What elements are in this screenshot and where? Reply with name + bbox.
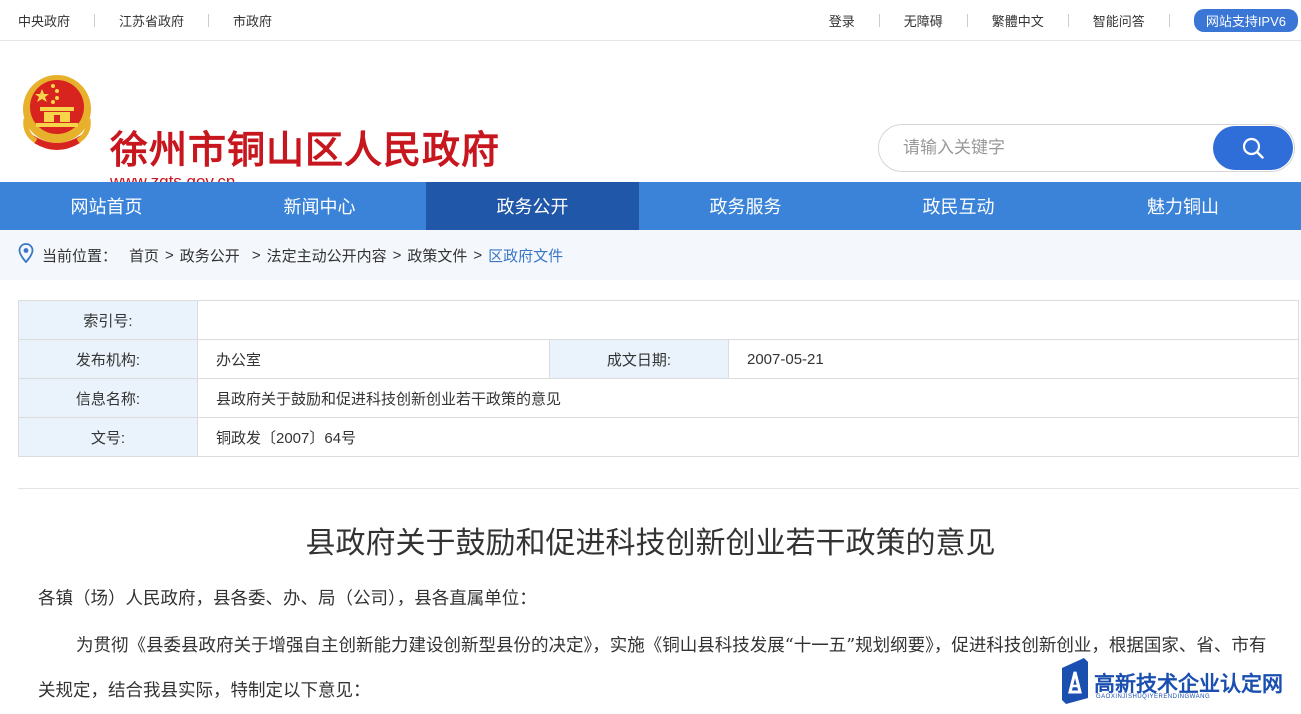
breadcrumb-district-docs[interactable]: 区政府文件 [488,245,563,266]
watermark-subtext: GAOXINJISHUQIYERENDINGWANG [1096,694,1211,700]
nav-interaction[interactable]: 政民互动 [852,182,1065,230]
top-utility-bar: 中央政府 江苏省政府 市政府 登录 无障碍 繁體中文 智能问答 网站支持IPV6 [0,0,1301,41]
watermark: 高新技术企业认定网 GAOXINJISHUQIYERENDINGWANG [1056,656,1301,708]
breadcrumb-separator: > [392,246,402,264]
login-link[interactable]: 登录 [829,11,855,30]
index-label: 索引号: [18,300,198,340]
search-icon [1242,137,1264,159]
top-right-links: 登录 无障碍 繁體中文 智能问答 网站支持IPV6 [829,8,1301,32]
publisher-value: 办公室 [197,339,550,379]
publisher-label: 发布机构: [18,339,198,379]
info-name-value: 县政府关于鼓励和促进科技创新创业若干政策的意见 [197,378,1299,418]
document-salutation: 各镇（场）人民政府，县各委、办、局（公司），县各直属单位： [38,589,537,609]
table-row: 发布机构: 办公室 成文日期: 2007-05-21 [18,339,1299,379]
site-title[interactable]: 徐州市铜山区人民政府 [110,119,500,174]
breadcrumb-separator: > [251,246,261,264]
breadcrumb: 当前位置： 首页 > 政务公开 > 法定主动公开内容 > 政策文件 > 区政府文… [0,230,1301,280]
document-info-table: 索引号: 发布机构: 办公室 成文日期: 2007-05-21 信息名称: 县政… [18,300,1299,457]
divider [1067,13,1069,27]
divider [878,13,880,27]
document-title: 县政府关于鼓励和促进科技创新创业若干政策的意见 [305,526,996,561]
date-value: 2007-05-21 [728,339,1299,379]
breadcrumb-separator: > [473,246,483,264]
breadcrumb-label: 当前位置： [42,247,118,265]
site-header: 徐州市铜山区人民政府 www.zgts.gov.cn [0,41,1301,191]
watermark-logo-icon [1062,658,1088,704]
main-nav: 网站首页 新闻中心 政务公开 政务服务 政民互动 魅力铜山 [0,182,1301,230]
top-left-links: 中央政府 江苏省政府 市政府 [0,11,272,30]
divider [18,488,1299,489]
location-pin-icon [18,243,34,267]
accessibility-link[interactable]: 无障碍 [904,11,943,30]
link-jiangsu-gov[interactable]: 江苏省政府 [119,11,184,30]
search-input[interactable] [901,137,1205,159]
ipv6-badge: 网站支持IPV6 [1193,8,1298,32]
breadcrumb-statutory-disclosure[interactable]: 法定主动公开内容 [267,245,387,266]
table-row: 文号: 铜政发〔2007〕64号 [18,417,1299,457]
divider [94,13,96,27]
table-row: 信息名称: 县政府关于鼓励和促进科技创新创业若干政策的意见 [18,378,1299,418]
breadcrumb-policy-docs[interactable]: 政策文件 [407,245,467,266]
link-central-gov[interactable]: 中央政府 [18,11,70,30]
nav-news[interactable]: 新闻中心 [213,182,426,230]
nav-home[interactable]: 网站首页 [0,182,213,230]
doc-number-value: 铜政发〔2007〕64号 [197,417,1299,457]
divider [1168,13,1170,27]
traditional-chinese-link[interactable]: 繁體中文 [992,11,1044,30]
search-box [878,124,1295,172]
info-name-label: 信息名称: [18,378,198,418]
date-label: 成文日期: [549,339,729,379]
search-button[interactable] [1213,126,1293,170]
nav-charm-tongshan[interactable]: 魅力铜山 [1065,182,1301,230]
breadcrumb-gov-affairs[interactable]: 政务公开 [180,245,240,266]
breadcrumb-separator: > [165,246,174,264]
national-emblem-icon[interactable] [20,71,94,151]
table-row: 索引号: [18,300,1299,340]
nav-gov-affairs-public[interactable]: 政务公开 [426,182,639,230]
link-city-gov[interactable]: 市政府 [233,11,272,30]
divider [966,13,968,27]
smart-qa-link[interactable]: 智能问答 [1093,11,1145,30]
breadcrumb-home[interactable]: 首页 [129,245,159,266]
divider [208,13,210,27]
index-value [197,300,1299,340]
doc-number-label: 文号: [18,417,198,457]
nav-gov-services[interactable]: 政务服务 [639,182,852,230]
